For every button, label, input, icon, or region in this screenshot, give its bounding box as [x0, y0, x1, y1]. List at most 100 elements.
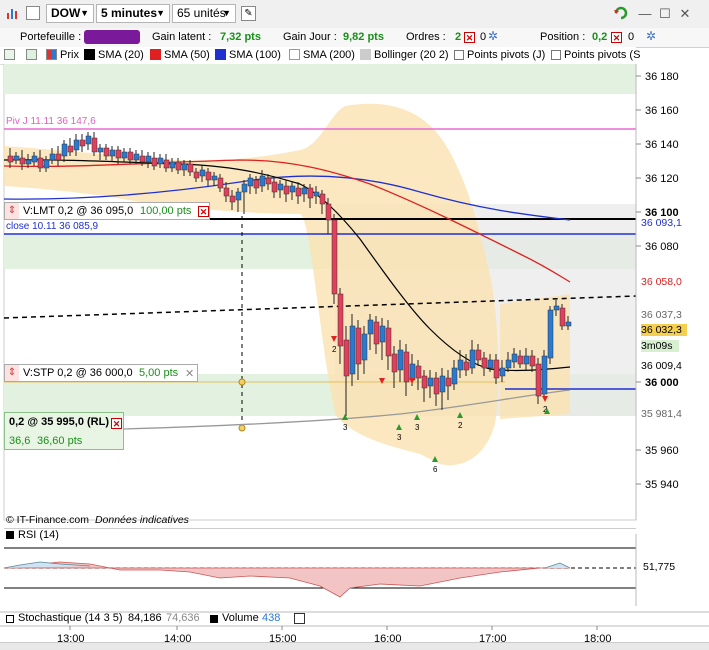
candle-body — [337, 293, 344, 347]
cancel-orders-icon[interactable]: ✕ — [464, 32, 475, 43]
lmt-order-box[interactable]: ⇕ V:LMT 0,2 @ 36 095,0 100,00 pts ✕ — [4, 202, 210, 220]
rsi-toggle-icon[interactable] — [6, 531, 14, 539]
stoch-toggle-icon[interactable] — [6, 615, 14, 623]
units-value: 65 unités — [177, 6, 226, 20]
stp-order-distance: 5,00 pts — [139, 367, 179, 379]
volume-label: Volume — [222, 612, 259, 624]
cancel-lmt-icon[interactable]: ✕ — [198, 206, 209, 217]
gear-icon[interactable]: ✲ — [646, 29, 656, 43]
legend-prix[interactable]: Prix — [46, 49, 79, 62]
candle-body — [403, 351, 410, 383]
indicator-legend: Prix SMA (20) SMA (50) SMA (100) SMA (20… — [0, 47, 640, 65]
price-tag-35981: 35 981,4 — [641, 408, 682, 420]
candle-body — [379, 325, 386, 343]
candle-body — [55, 153, 62, 161]
legend-arrow-icon[interactable] — [4, 49, 18, 62]
minimize-icon[interactable]: — — [636, 6, 654, 22]
candle-body — [313, 191, 320, 197]
candle-body — [187, 163, 194, 173]
maximize-icon[interactable]: ☐ — [656, 6, 674, 22]
lmt-order-distance: 100,00 pts — [140, 205, 192, 217]
period-select[interactable]: 5 minutes ▼ — [96, 4, 170, 23]
candle-body — [391, 353, 398, 373]
candle-body — [409, 363, 416, 381]
candle-body — [139, 155, 146, 163]
close-position-icon[interactable]: ✕ — [611, 32, 622, 43]
window-icon[interactable] — [26, 6, 40, 20]
candle-body — [49, 153, 56, 161]
position-box[interactable]: 0,2 @ 35 995,0 (RL) ✕ 36,6 36,60 pts — [4, 412, 124, 450]
candle-body — [433, 377, 440, 395]
candle-body — [325, 203, 332, 221]
legend-pivots-j[interactable]: Points pivots (J) — [454, 49, 545, 62]
signal-count: 3 — [415, 423, 420, 432]
price-chart[interactable]: 2333622 36 180 36 160 36 140 36 120 36 100 36… — [0, 64, 709, 642]
legend-sma50[interactable]: SMA (50) — [150, 49, 210, 62]
anchor-point[interactable] — [238, 424, 246, 432]
volume-toggle-icon[interactable] — [210, 615, 218, 623]
price-tick-label: 36 140 — [645, 139, 679, 151]
pivot-label: Piv J 11.11 36 147,6 — [6, 116, 96, 127]
candle-body — [415, 365, 422, 379]
units-select[interactable]: 65 unités ▼ — [172, 4, 236, 23]
order-drag-icon[interactable]: ⇕ — [5, 365, 19, 381]
legend-bollinger[interactable]: Bollinger (20 2) — [360, 49, 449, 62]
legend-up-icon[interactable] — [26, 49, 40, 62]
candle-body — [259, 175, 266, 187]
chevron-down-icon: ▼ — [156, 8, 165, 18]
candle-body — [373, 321, 380, 345]
rsi-value: 51,775 — [643, 561, 676, 573]
price-tag-current: 36 032,3 — [641, 324, 687, 336]
candle-body — [517, 355, 524, 365]
legend-sma200[interactable]: SMA (200) — [289, 49, 355, 62]
candle-body — [319, 193, 326, 205]
window-icon[interactable] — [294, 613, 305, 624]
legend-sma20[interactable]: SMA (20) — [84, 49, 144, 62]
candle-body — [283, 185, 290, 195]
lmt-order-label: V:LMT 0,2 @ 36 095,0 — [23, 205, 134, 217]
time-axis-label: 13:00 — [57, 633, 85, 642]
candle-body — [271, 181, 278, 193]
legend-sma100[interactable]: SMA (100) — [215, 49, 281, 62]
symbol-select[interactable]: DOW ▼ — [46, 4, 94, 23]
portefeuille-redacted — [84, 30, 140, 44]
candle-body — [151, 157, 158, 167]
order-drag-icon[interactable]: ⇕ — [5, 203, 19, 219]
chart-icon[interactable] — [6, 6, 20, 20]
candle-body — [13, 155, 20, 161]
candle-body — [91, 137, 98, 153]
position-qty: 36,6 — [9, 435, 31, 447]
candle-body — [73, 139, 80, 151]
ordres-label: Ordres : — [406, 31, 446, 43]
candle-body — [265, 177, 272, 185]
candle-body — [451, 367, 458, 385]
anchor-point[interactable] — [238, 378, 246, 386]
candle-body — [481, 357, 488, 369]
legend-pivots-s[interactable]: Points pivots (S — [551, 49, 640, 62]
close-position-icon[interactable]: ✕ — [111, 418, 122, 429]
signal-count: 2 — [458, 421, 463, 430]
candle-body — [523, 355, 530, 365]
close-icon[interactable]: ✕ — [676, 6, 694, 22]
candle-body — [7, 155, 14, 163]
stp-order-box[interactable]: ⇕ V:STP 0,2 @ 36 000,0 5,00 pts ✕ — [4, 364, 198, 382]
candle-body — [133, 153, 140, 161]
refresh-icon[interactable] — [612, 4, 630, 22]
candle-body — [541, 355, 548, 395]
chevron-down-icon: ▼ — [222, 8, 231, 18]
candle-body — [493, 359, 500, 379]
candle-body — [163, 159, 170, 169]
cancel-stp-icon[interactable]: ✕ — [185, 366, 194, 382]
candle-body — [241, 183, 248, 193]
gear-icon[interactable]: ✲ — [488, 29, 498, 43]
signal-count: 3 — [397, 433, 402, 442]
candle-body — [511, 353, 518, 363]
candle-body — [247, 177, 254, 187]
candle-body — [157, 157, 164, 165]
stoch-value2: 74,636 — [166, 612, 200, 624]
edit-icon[interactable]: ✎ — [241, 6, 256, 21]
position-label: 0,2 @ 35 995,0 (RL) — [9, 416, 109, 428]
candle-body — [439, 375, 446, 393]
stp-order-label: V:STP 0,2 @ 36 000,0 — [23, 367, 133, 379]
period-value: 5 minutes — [101, 6, 158, 20]
